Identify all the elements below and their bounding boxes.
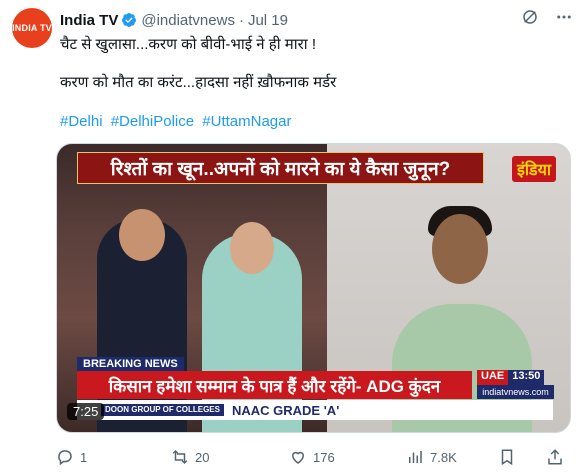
views-button[interactable]: 7.8K [406,448,457,466]
location-clock: UAE 13:50 [477,370,554,385]
sponsor-name: DOON GROUP OF COLLEGES [101,404,224,416]
reply-icon [58,450,72,466]
avatar[interactable]: INDIA TV [12,8,52,48]
channel-logo: इंडिया [512,156,556,182]
video-player[interactable]: रिश्तों का खून..अपनों को मारने का ये कैस… [56,143,571,433]
video-headline: रिश्तों का खून..अपनों को मारने का ये कैस… [77,152,484,184]
tweet-header: India TV @indiatvnews · Jul 19 [60,10,573,30]
account-handle[interactable]: @indiatvnews [141,12,235,29]
like-button[interactable]: 176 [289,448,335,466]
location-label: UAE [477,370,509,385]
top-icons [521,8,573,26]
sponsor-tag: NAAC GRADE 'A' [231,402,340,418]
separator: · [238,11,244,29]
hashtag-uttamnagar[interactable]: #UttamNagar [202,113,291,130]
clock-label: 13:50 [508,370,545,385]
news-ticker: किसान हमेशा सम्मान के पात्र हैं और रहेंग… [77,371,472,399]
video-duration: 7:25 [67,403,105,420]
repost-icon [172,449,188,465]
more-options-icon[interactable] [555,8,573,26]
verified-badge-icon [122,13,137,28]
view-count: 7.8K [430,449,457,465]
hashtags: #Delhi #DelhiPolice #UttamNagar [60,113,295,130]
tweet-text-line2: करण को मौत का करंट...हादसा नहीं ख़ौफनाक … [60,74,337,91]
tweet-date[interactable]: Jul 19 [248,12,288,29]
sponsor-strip: DOON GROUP OF COLLEGES NAAC GRADE 'A' [77,400,553,420]
account-name[interactable]: India TV [60,12,118,29]
heart-icon [291,451,305,464]
reply-button[interactable]: 1 [56,448,87,466]
tweet-actions: 1 20 176 7.8K [56,447,571,467]
reply-count: 1 [80,449,88,465]
share-icon [548,449,562,465]
grok-icon[interactable] [521,8,539,26]
website-label: indiatvnews.com [477,385,554,399]
repost-count: 20 [195,449,210,465]
repost-button[interactable]: 20 [171,448,209,466]
avatar-text: INDIA TV [12,23,52,33]
bookmark-icon [501,449,513,466]
share-button[interactable] [546,448,570,466]
hashtag-delhi[interactable]: #Delhi [60,113,103,130]
breaking-news-label: BREAKING NEWS [77,357,184,371]
like-count: 176 [313,449,335,465]
hashtag-delhipolice[interactable]: #DelhiPolice [111,113,194,130]
tweet-text-line1: चैट से खुलासा...करण को बीवी-भाई ने ही मा… [60,36,317,53]
analytics-icon [409,451,422,463]
bookmark-button[interactable] [498,448,522,466]
